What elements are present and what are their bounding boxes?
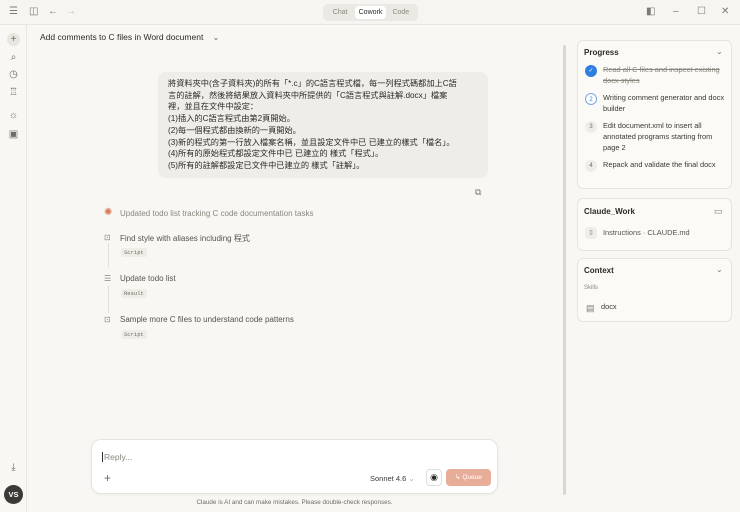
title-bar: ☰ ◫ ← → Chat Cowork Code ◧ – ☐ ✕ bbox=[0, 0, 740, 25]
step-connector bbox=[108, 243, 109, 267]
skills-label: Skills bbox=[584, 285, 599, 291]
step-tag: Script bbox=[121, 330, 147, 339]
reply-input[interactable]: Reply... bbox=[102, 452, 132, 462]
progress-title: Progress bbox=[584, 48, 619, 57]
disclaimer: Claude is AI and can make mistakes. Plea… bbox=[196, 499, 393, 506]
context-title: Context bbox=[584, 266, 614, 275]
toolbox-icon[interactable]: ▣ bbox=[7, 128, 20, 141]
message-line: 將資料夾中(含子資料夾)的所有「*.c」的C語言程式檔，每一列程式碼都加上C語 bbox=[168, 79, 457, 88]
folder-icon[interactable]: ▭ bbox=[714, 206, 723, 216]
panel-toggle-icon[interactable]: ◧ bbox=[646, 7, 655, 17]
composer: Reply... + Sonnet 4.6 ⌄ ◉ ↳ Queue bbox=[91, 439, 498, 494]
conversation-title[interactable]: Add comments to C files in Word document… bbox=[40, 32, 219, 43]
step-connector bbox=[108, 286, 109, 313]
maximize-icon[interactable]: ☐ bbox=[697, 7, 706, 17]
record-button[interactable]: ◉ bbox=[426, 469, 442, 486]
agent-icon[interactable]: ♖ bbox=[7, 86, 20, 99]
sidebar: + ⌕ ◷ ♖ ☼ ▣ ⤓ bbox=[0, 25, 27, 512]
terminal-icon: ⊡ bbox=[104, 233, 111, 242]
menu-icon[interactable]: ☰ bbox=[9, 7, 18, 17]
message-line: (3)新的程式的第一行放入檔案名稱，並且設定文件中已 已建立的樣式「檔名」。 bbox=[168, 137, 455, 147]
close-icon[interactable]: ✕ bbox=[721, 7, 729, 17]
back-arrow-icon[interactable]: ← bbox=[48, 7, 58, 17]
step-tag: Result bbox=[121, 289, 147, 298]
tab-code[interactable]: Code bbox=[386, 6, 416, 19]
copy-icon[interactable]: ⧉ bbox=[475, 187, 481, 197]
workspace-title: Claude_Work bbox=[584, 207, 635, 216]
progress-number: 2 bbox=[585, 93, 597, 105]
download-icon[interactable]: ⤓ bbox=[7, 461, 20, 474]
chevron-down-icon[interactable]: ⌄ bbox=[716, 47, 723, 57]
step-label: Update todo list bbox=[120, 274, 176, 283]
progress-panel: Progress ⌄ ✓ Read all C files and inspec… bbox=[577, 40, 732, 189]
avatar[interactable]: VS bbox=[4, 485, 23, 504]
context-panel: Context ⌄ Skills ▤ docx bbox=[577, 258, 732, 322]
history-icon[interactable]: ◷ bbox=[7, 68, 20, 81]
message-line: (2)每一個程式都由換新的一頁開始。 bbox=[168, 125, 301, 135]
queue-label: Queue bbox=[462, 474, 482, 481]
skill-item[interactable]: docx bbox=[601, 302, 726, 313]
message-line: 言的註解，然後將結果放入資料夾中所提供的「C語言程式與註解.docx」檔案 bbox=[168, 90, 448, 100]
progress-item: Read all C files and inspect existing do… bbox=[603, 65, 720, 85]
progress-item: Repack and validate the final docx bbox=[603, 160, 716, 169]
forward-arrow-icon[interactable]: → bbox=[66, 7, 76, 17]
model-selector[interactable]: Sonnet 4.6 ⌄ bbox=[370, 474, 415, 483]
list-icon: ☰ bbox=[104, 274, 112, 283]
step-label: Sample more C files to understand code p… bbox=[120, 315, 294, 324]
queue-button[interactable]: ↳ Queue bbox=[446, 469, 491, 486]
tab-cowork[interactable]: Cowork bbox=[355, 6, 386, 19]
add-attachment-button[interactable]: + bbox=[104, 471, 111, 485]
progress-number: 3 bbox=[585, 121, 597, 133]
message-line: (1)插入的C語言程式由第2頁開始。 bbox=[168, 114, 295, 124]
conversation-title-text: Add comments to C files in Word document bbox=[40, 32, 204, 42]
message-line: (5)所有的註解都設定已文件中已建立的 樣式「註解」。 bbox=[168, 160, 365, 170]
progress-item: Edit document.xml to insert all annotate… bbox=[603, 121, 713, 152]
chevron-down-icon: ⌄ bbox=[212, 32, 220, 42]
tab-chat[interactable]: Chat bbox=[325, 6, 355, 19]
activity-header-text: Updated todo list tracking C code docume… bbox=[120, 209, 314, 218]
lightbulb-icon[interactable]: ☼ bbox=[7, 109, 20, 122]
step-tag: Script bbox=[121, 248, 147, 257]
progress-number: 4 bbox=[585, 160, 597, 172]
minimize-icon[interactable]: – bbox=[673, 7, 679, 17]
step-label: Find style with aliases including 程式 bbox=[120, 234, 250, 243]
skill-icon: ▤ bbox=[586, 303, 595, 313]
new-task-icon[interactable]: + bbox=[7, 33, 20, 46]
claude-spark-icon: ✺ bbox=[104, 207, 113, 218]
message-line: (4)所有的原始程式都設定文件中已 已建立的 樣式「程式」。 bbox=[168, 149, 384, 159]
workspace-panel: Claude_Work ▭ ▯ Instructions · CLAUDE.md bbox=[577, 198, 732, 251]
search-icon[interactable]: ⌕ bbox=[7, 51, 20, 64]
scrollbar[interactable] bbox=[563, 45, 566, 495]
chevron-down-icon[interactable]: ⌄ bbox=[716, 265, 723, 275]
message-line: 裡，並且在文件中設定： bbox=[168, 102, 259, 112]
user-message: 將資料夾中(含子資料夾)的所有「*.c」的C語言程式檔，每一列程式碼都加上C語 … bbox=[158, 72, 488, 178]
workspace-file[interactable]: Instructions · CLAUDE.md bbox=[603, 228, 728, 239]
sidebar-toggle-icon[interactable]: ◫ bbox=[29, 7, 38, 17]
file-icon: ▯ bbox=[585, 227, 597, 239]
model-name: Sonnet 4.6 bbox=[370, 474, 407, 483]
chevron-down-icon: ⌄ bbox=[408, 474, 415, 483]
check-icon: ✓ bbox=[585, 65, 597, 77]
terminal-icon: ⊡ bbox=[104, 315, 111, 324]
progress-item: Writing comment generator and docx build… bbox=[603, 93, 725, 113]
mode-switcher: Chat Cowork Code bbox=[323, 4, 418, 21]
